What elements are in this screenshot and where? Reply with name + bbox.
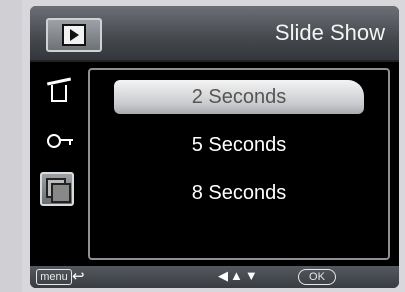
options-panel: 2 Seconds 5 Seconds 8 Seconds: [88, 68, 390, 260]
slideshow-icon[interactable]: [40, 172, 74, 206]
camera-screen: Slide Show 2 Seconds 5 Seconds 8 Seconds…: [30, 6, 399, 288]
left-strip: [0, 0, 23, 292]
delete-icon[interactable]: [44, 76, 74, 106]
left-up-down-arrows-icon: ◀▲▼: [218, 268, 260, 283]
menu-button[interactable]: menu: [36, 269, 72, 285]
playback-mode-indicator[interactable]: [46, 18, 102, 52]
playback-icon: [62, 24, 86, 46]
protect-key-icon[interactable]: [44, 126, 74, 156]
ok-button[interactable]: OK: [298, 269, 336, 285]
option-5-seconds[interactable]: 5 Seconds: [114, 128, 364, 162]
page-title: Slide Show: [274, 20, 385, 45]
option-2-seconds[interactable]: 2 Seconds: [114, 80, 364, 114]
back-arrow-icon[interactable]: ↩: [72, 267, 85, 285]
header-bar: Slide Show: [30, 6, 399, 62]
footer-bar: menu ↩ ◀▲▼ OK: [30, 266, 399, 288]
sidebar: [30, 62, 88, 276]
option-8-seconds[interactable]: 8 Seconds: [114, 176, 364, 210]
